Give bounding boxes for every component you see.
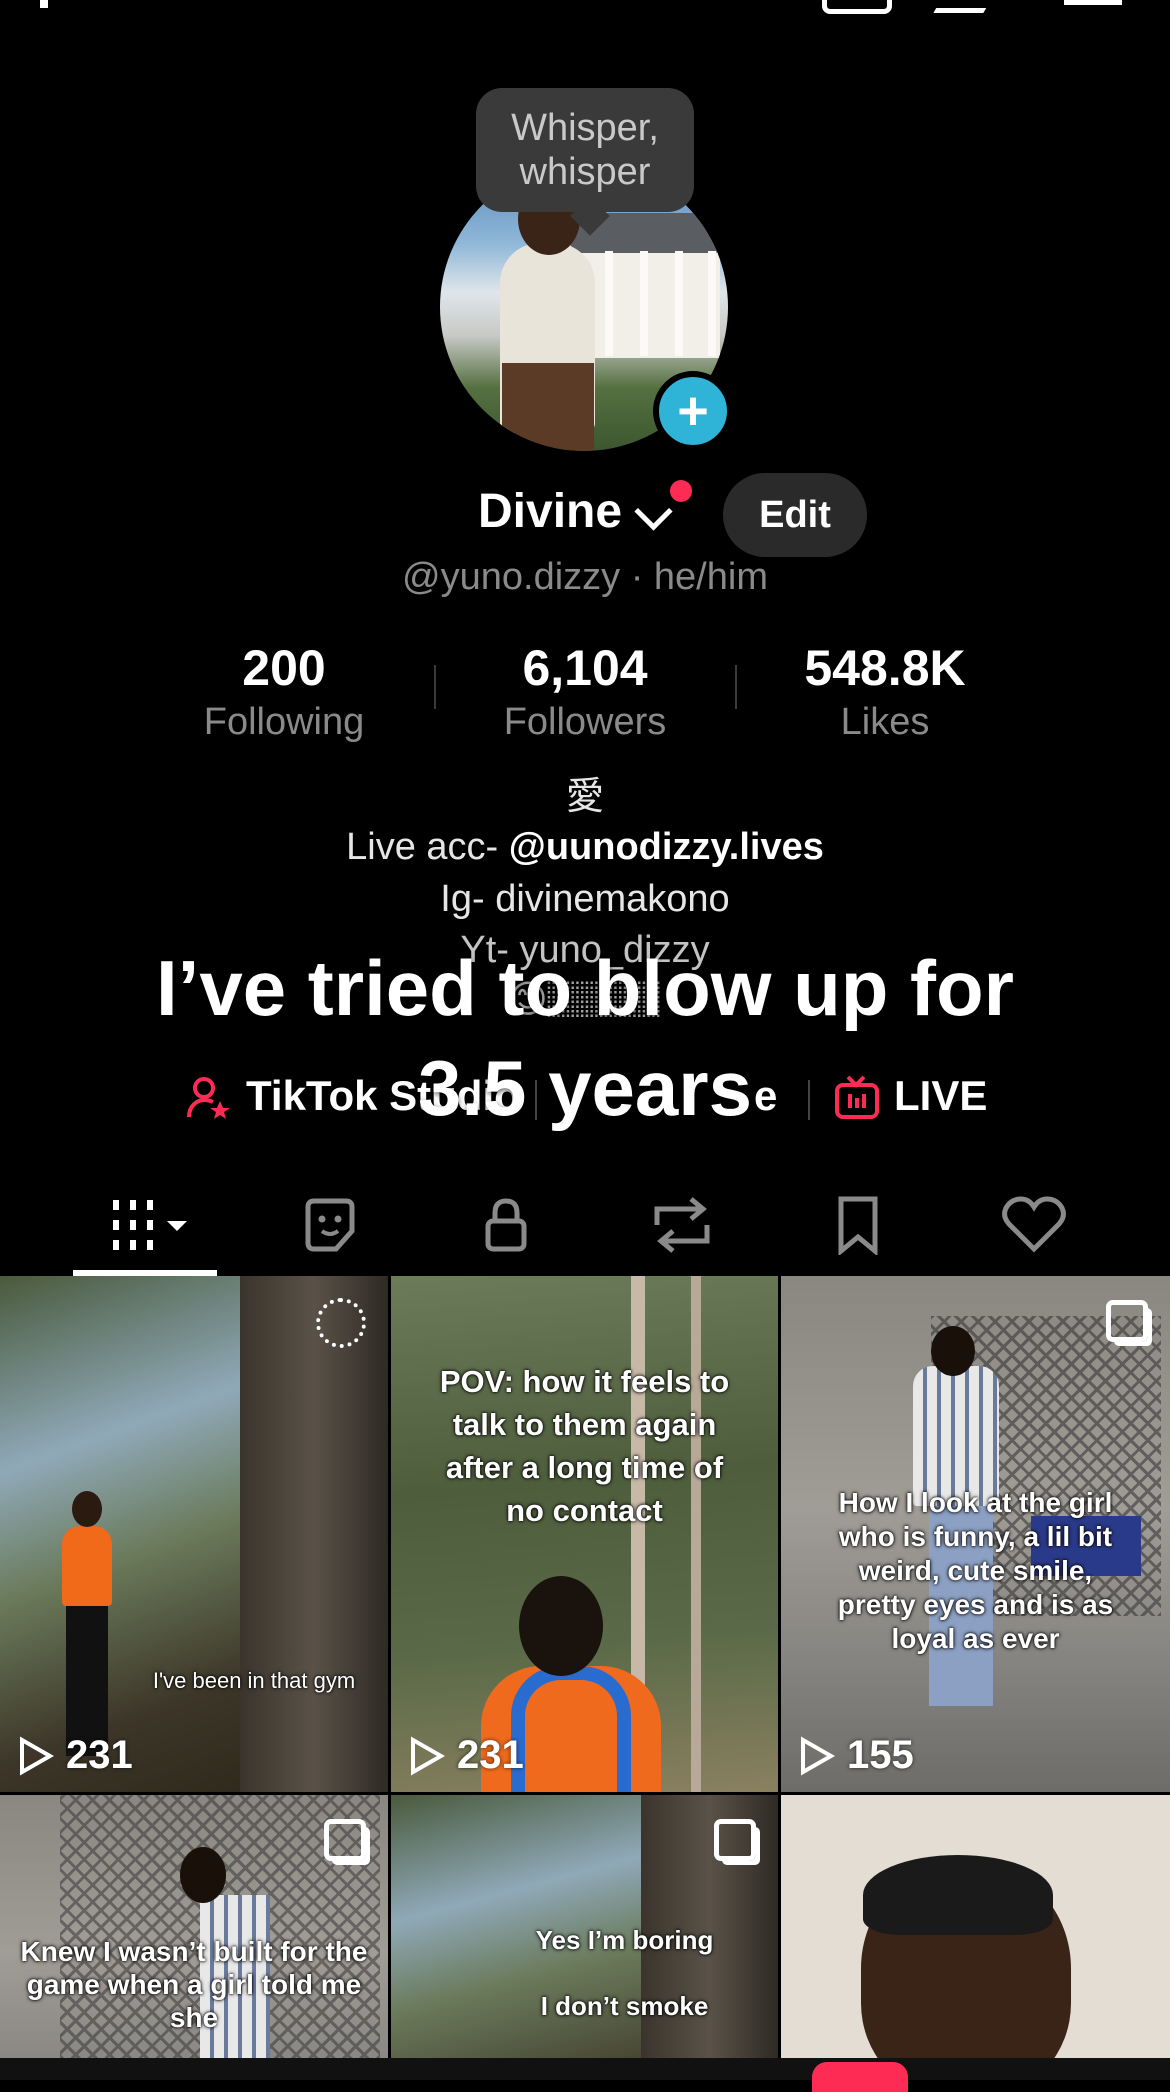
menu-icon[interactable] bbox=[1064, 0, 1122, 5]
note-bubble[interactable]: Whisper, whisper bbox=[476, 88, 694, 212]
following-label: Following bbox=[203, 701, 365, 743]
play-icon bbox=[20, 1736, 54, 1775]
view-count-value: 231 bbox=[457, 1733, 524, 1777]
chevron-down-icon[interactable] bbox=[634, 492, 673, 531]
view-count: 231 bbox=[18, 1733, 133, 1778]
video-caption: Knew I wasn’t built for the game when a … bbox=[20, 1936, 368, 2033]
video-caption: Yes I’m boring I don’t smoke I don’t dri… bbox=[535, 1925, 714, 2058]
followers-label: Followers bbox=[503, 701, 667, 743]
video-thumbnail[interactable]: POV: how it feels to talk to them again … bbox=[391, 1276, 778, 1792]
stat-divider bbox=[434, 665, 436, 709]
bio-line-1: 愛 bbox=[565, 776, 604, 818]
view-count-value: 155 bbox=[847, 1733, 914, 1777]
bio-line-3: Ig- divinemakono bbox=[440, 878, 730, 920]
view-count: 231 bbox=[409, 1733, 524, 1778]
likes-label: Likes bbox=[840, 701, 930, 743]
video-caption: I've been in that gym bbox=[152, 1668, 356, 1693]
overlay-caption-line-1: I’ve tried to blow up for bbox=[156, 944, 1014, 1032]
likes-count: 548.8K bbox=[804, 640, 966, 696]
videos-grid-icon[interactable] bbox=[85, 1175, 205, 1275]
sticker-icon[interactable] bbox=[270, 1175, 390, 1275]
view-count-value: 231 bbox=[66, 1733, 133, 1777]
multi-photo-icon bbox=[1106, 1300, 1148, 1342]
video-thumbnail[interactable] bbox=[781, 1795, 1170, 2058]
notification-dot bbox=[670, 480, 692, 502]
bookmark-icon[interactable] bbox=[798, 1175, 918, 1275]
profile-tabs bbox=[0, 1175, 1170, 1275]
play-icon bbox=[411, 1736, 445, 1775]
repost-icon[interactable] bbox=[622, 1175, 742, 1275]
video-thumbnail[interactable]: I've been in that gym 231 bbox=[0, 1276, 388, 1792]
play-icon bbox=[801, 1736, 835, 1775]
bubble-line-1: Whisper, bbox=[511, 107, 659, 149]
overlay-caption-line-2: 3.5 years bbox=[418, 1044, 752, 1132]
stat-divider bbox=[735, 665, 737, 709]
video-caption: POV: how it feels to talk to them again … bbox=[439, 1364, 730, 1528]
heart-icon[interactable] bbox=[974, 1175, 1094, 1275]
bubble-line-2: whisper bbox=[519, 151, 651, 193]
view-count: 155 bbox=[799, 1733, 914, 1778]
back-icon[interactable] bbox=[40, 0, 48, 8]
followers-count: 6,104 bbox=[522, 640, 648, 696]
qr-icon[interactable] bbox=[822, 0, 892, 14]
stat-likes[interactable]: 548.8K Likes bbox=[765, 636, 1005, 744]
pinned-icon bbox=[316, 1298, 366, 1348]
video-thumbnail[interactable]: How I look at the girl who is funny, a l… bbox=[781, 1276, 1170, 1792]
share-icon[interactable] bbox=[933, 0, 997, 13]
bio-line-2: Live acc- @uunodizzy.lives bbox=[0, 822, 1170, 873]
stat-followers[interactable]: 6,104 Followers bbox=[465, 636, 705, 744]
video-thumbnail[interactable]: Knew I wasn’t built for the game when a … bbox=[0, 1795, 388, 2058]
username-pronouns: @yuno.dizzy · he/him bbox=[402, 556, 768, 598]
bio-live-prefix: Live acc- bbox=[346, 826, 509, 868]
profile-name[interactable]: Divine bbox=[478, 484, 622, 539]
multi-photo-icon bbox=[324, 1819, 366, 1861]
video-caption: How I look at the girl who is funny, a l… bbox=[837, 1487, 1114, 1654]
live-account-link[interactable]: @uunodizzy.lives bbox=[509, 826, 824, 868]
inbox-badge[interactable] bbox=[812, 2062, 908, 2092]
lock-icon[interactable] bbox=[446, 1175, 566, 1275]
edit-profile-button[interactable]: Edit bbox=[723, 473, 867, 557]
multi-photo-icon bbox=[714, 1819, 756, 1861]
stat-following[interactable]: 200 Following bbox=[164, 636, 404, 744]
video-thumbnail[interactable]: Yes I’m boring I don’t smoke I don’t dri… bbox=[391, 1795, 778, 2058]
add-story-button[interactable]: + bbox=[653, 371, 733, 451]
following-count: 200 bbox=[242, 640, 326, 696]
bottom-navigation bbox=[0, 2058, 1170, 2080]
